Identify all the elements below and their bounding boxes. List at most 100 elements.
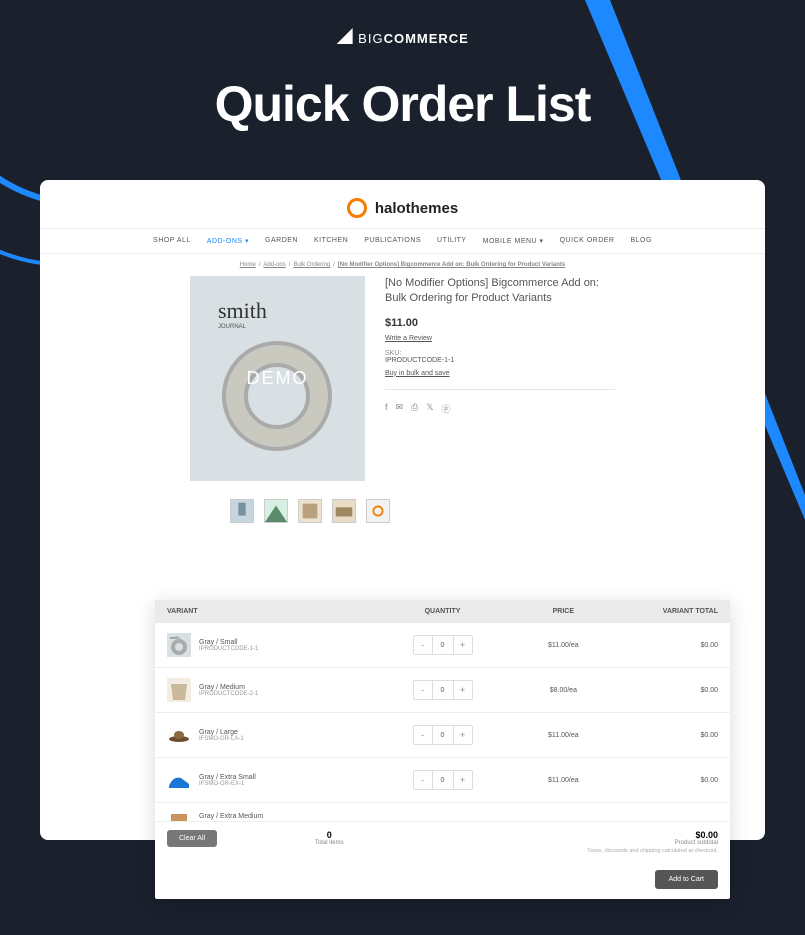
main-nav: SHOP ALL ADD-ONS ▾ GARDEN KITCHEN PUBLICATIO… [40,228,765,254]
variant-sku: IFSMO-GR-LA-1 [199,736,244,742]
facebook-icon[interactable]: f [385,402,388,415]
total-items-count: 0 [237,830,421,840]
variant-sku: IFSMO-GR-EX-1 [199,781,256,787]
variant-name: Gray / Extra Medium [199,813,263,820]
table-row: Gray / Extra Medium - + $11.00/ea $0.00 [155,803,730,821]
subtotal-note: Taxes, discounts and shipping calculated… [441,848,718,854]
product-title: [No Modifier Options] Bigcommerce Add on… [385,276,615,307]
bulk-save-link[interactable]: Buy in bulk and save [385,370,615,377]
qty-input[interactable] [432,771,454,789]
svg-text:smith: smith [170,635,180,640]
thumbnail-2[interactable] [264,499,288,523]
variant-price: $11.00/ea [505,642,621,649]
preview-frame: halothemes SHOP ALL ADD-ONS ▾ GARDEN KITCHE… [40,180,765,840]
variant-total: $0.00 [621,642,718,649]
table-row: Gray / Medium IPRODUCTCODE-2-1 - + $8.00… [155,668,730,713]
sku-value: IPRODUCTCODE-1-1 [385,357,615,364]
add-to-cart-button[interactable]: Add to Cart [655,870,718,889]
print-icon[interactable]: ⎙ [411,402,418,415]
info-divider [385,389,615,390]
clear-all-button[interactable]: Clear All [167,830,217,847]
quantity-stepper: - + [413,725,473,745]
product-price: $11.00 [385,317,615,329]
nav-item-mobile-menu[interactable]: MOBILE MENU ▾ [483,237,544,245]
quantity-stepper: - + [413,635,473,655]
product-main-image[interactable]: smith JOURNAL DEMO [190,276,365,481]
variant-thumb [167,768,191,792]
qty-decrement-button[interactable]: - [414,636,432,654]
variant-total: $0.00 [621,777,718,784]
thumbnail-4[interactable] [332,499,356,523]
qty-decrement-button[interactable]: - [414,771,432,789]
site-logo[interactable]: halothemes [40,180,765,228]
breadcrumb-2[interactable]: Bulk Ordering [293,262,330,268]
email-icon[interactable]: ✉ [396,402,404,415]
variant-thumb [167,723,191,747]
bigcommerce-logo: BIGCOMMERCE [336,30,469,46]
halothemes-circle-icon [347,198,367,218]
qty-input[interactable] [432,726,454,744]
thumbnail-1[interactable] [230,499,254,523]
variant-total: $0.00 [621,732,718,739]
variant-name: Gray / Large [199,729,244,736]
header-price: PRICE [505,608,621,615]
subtotal-amount: $0.00 [441,830,718,840]
variant-price: $8.00/ea [505,687,621,694]
variant-total: $0.00 [621,687,718,694]
table-row: Gray / Large IFSMO-GR-LA-1 - + $11.00/ea… [155,713,730,758]
qty-input[interactable] [432,681,454,699]
breadcrumb-1[interactable]: Add-ons [263,262,285,268]
qty-increment-button[interactable]: + [454,681,472,699]
product-thumbnails [40,481,765,533]
share-bar: f ✉ ⎙ 𝕏 ⓟ [385,402,615,415]
order-footer: Clear All 0 Total items $0.00 Product su… [155,821,730,862]
pinterest-icon[interactable]: ⓟ [442,402,451,415]
breadcrumb-0[interactable]: Home [240,262,256,268]
qty-input[interactable] [432,636,454,654]
qty-increment-button[interactable]: + [454,636,472,654]
bigcommerce-triangle-icon [336,28,352,44]
header-quantity: QUANTITY [380,608,506,615]
order-table-header: VARIANT QUANTITY PRICE VARIANT TOTAL [155,600,730,623]
nav-item-kitchen[interactable]: KITCHEN [314,237,348,245]
nav-item-add-ons[interactable]: ADD-ONS ▾ [207,237,249,245]
qty-increment-button[interactable]: + [454,771,472,789]
table-row: Gray / Extra Small IFSMO-GR-EX-1 - + $11… [155,758,730,803]
nav-item-utility[interactable]: UTILITY [437,237,467,245]
twitter-icon[interactable]: 𝕏 [426,402,433,415]
variant-sku: IPRODUCTCODE-1-1 [199,646,258,652]
quick-order-panel: VARIANT QUANTITY PRICE VARIANT TOTAL smi… [155,600,730,899]
variant-sku: IPRODUCTCODE-2-1 [199,691,258,697]
svg-text:smith: smith [218,298,267,323]
thumbnail-3[interactable] [298,499,322,523]
write-review-link[interactable]: Write a Review [385,335,615,342]
nav-item-quick-order[interactable]: QUICK ORDER [560,237,615,245]
quantity-stepper: - + [413,770,473,790]
thumbnail-5[interactable] [366,499,390,523]
subtotal-label: Product subtotal [441,840,718,846]
variant-thumb: smith [167,633,191,657]
nav-item-garden[interactable]: GARDEN [265,237,298,245]
variant-thumb [167,804,191,821]
header-total: VARIANT TOTAL [621,608,718,615]
nav-item-blog[interactable]: BLOG [630,237,651,245]
variant-price: $11.00/ea [505,732,621,739]
quantity-stepper: - + [413,680,473,700]
qty-increment-button[interactable]: + [454,726,472,744]
header-variant: VARIANT [167,608,380,615]
qty-decrement-button[interactable]: - [414,681,432,699]
variant-price: $11.00/ea [505,777,621,784]
variant-name: Gray / Extra Small [199,774,256,781]
nav-item-shop-all[interactable]: SHOP ALL [153,237,191,245]
variant-name: Gray / Medium [199,684,258,691]
variant-name: Gray / Small [199,639,258,646]
breadcrumb: Home/Add-ons/Bulk Ordering/[No Modifier … [40,254,765,276]
site-brand: halothemes [375,200,458,217]
nav-item-publications[interactable]: PUBLICATIONS [364,237,421,245]
table-row: smith Gray / Small IPRODUCTCODE-1-1 - + … [155,623,730,668]
demo-watermark: DEMO [247,368,309,389]
qty-decrement-button[interactable]: - [414,726,432,744]
variant-thumb [167,678,191,702]
total-items-label: Total items [237,840,421,846]
page-title: Quick Order List [215,75,591,133]
